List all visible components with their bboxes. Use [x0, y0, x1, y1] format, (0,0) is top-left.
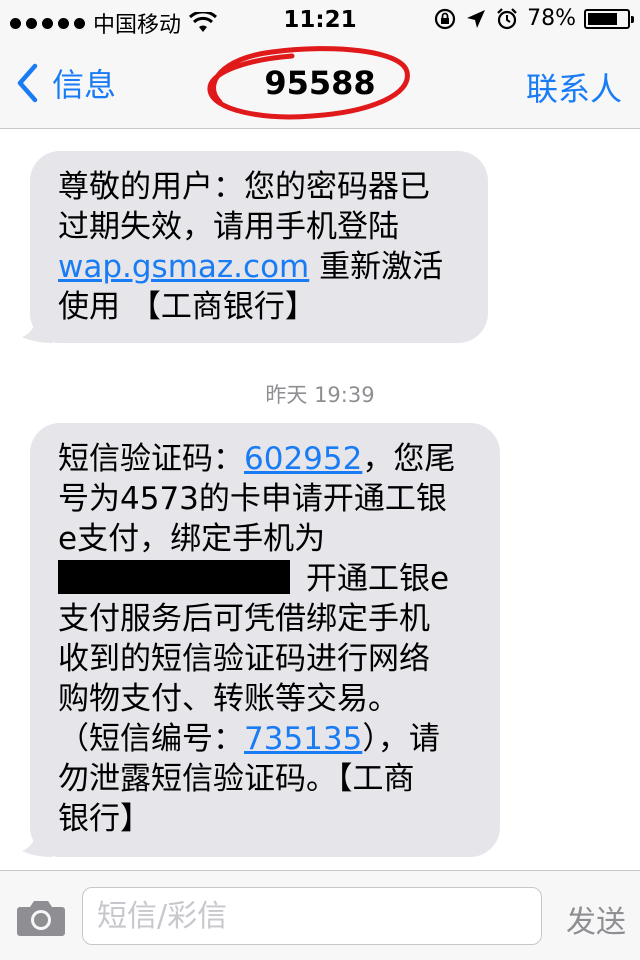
message-text: 短信验证码：602952，您尾 号为4573的卡申请开通工银 e支付，绑定手机为…	[58, 441, 456, 837]
verification-code-link[interactable]: 602952	[244, 441, 362, 477]
message-timestamp: 昨天 19:39	[265, 383, 375, 407]
red-circle-annotation	[207, 46, 410, 120]
navigation-bar: 信息 95588 联系人	[0, 40, 640, 129]
message-bubble[interactable]: 尊敬的用户：您的密码器已 过期失效，请用手机登陆 wap.gsmaz.com 重…	[22, 151, 488, 343]
status-bar: 中国移动 11:21 78%	[0, 0, 640, 40]
message-link[interactable]: wap.gsmaz.com	[58, 249, 309, 285]
status-right: 78%	[433, 6, 634, 31]
camera-icon[interactable]	[16, 897, 66, 937]
location-arrow-icon	[467, 9, 486, 28]
message-bubble[interactable]: 短信验证码：602952，您尾 号为4573的卡申请开通工银 e支付，绑定手机为…	[22, 423, 500, 857]
battery-icon	[584, 8, 634, 29]
message-text: 尊敬的用户：您的密码器已 过期失效，请用手机登陆 wap.gsmaz.com 重…	[58, 169, 444, 325]
message-input[interactable]	[82, 887, 542, 945]
redacted-phone-number	[58, 560, 290, 594]
contact-button[interactable]: 联系人	[526, 64, 622, 110]
compose-bar: 发送	[0, 870, 640, 960]
bubble-tail	[22, 829, 52, 857]
rotation-lock-icon	[434, 8, 456, 29]
alarm-icon	[497, 7, 517, 29]
bubble-tail	[22, 315, 52, 343]
message-list[interactable]: 尊敬的用户：您的密码器已 过期失效，请用手机登陆 wap.gsmaz.com 重…	[0, 129, 640, 870]
send-button[interactable]: 发送	[566, 897, 626, 941]
battery-percent: 78%	[527, 6, 576, 31]
serial-number-link[interactable]: 735135	[244, 721, 362, 757]
